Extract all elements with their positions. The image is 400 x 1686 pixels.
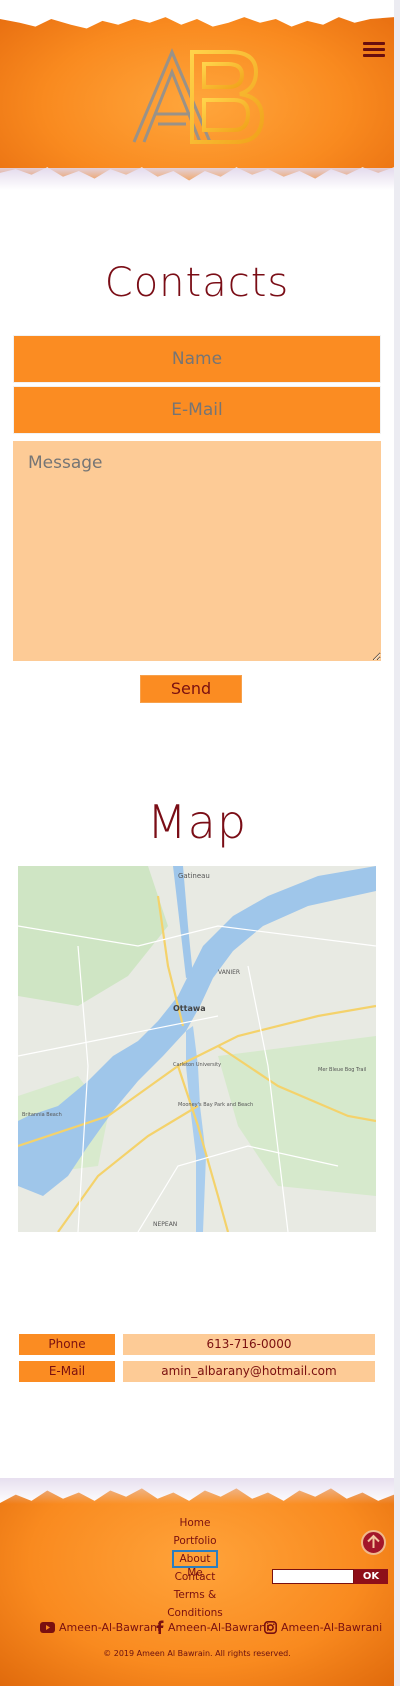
map-label-gatineau: Gatineau bbox=[178, 872, 210, 880]
email-label: E-Mail bbox=[19, 1361, 115, 1382]
map-label-carleton: Carleton University bbox=[173, 1062, 221, 1068]
contacts-title: Contacts bbox=[104, 260, 290, 306]
phone-label: Phone bbox=[19, 1334, 115, 1355]
map-embed[interactable]: Gatineau VANIER Ottawa Carleton Universi… bbox=[18, 866, 376, 1232]
facebook-link[interactable]: Ameen-Al-Bawrani bbox=[155, 1619, 269, 1635]
footer-link-portfolio[interactable]: Portfolio bbox=[150, 1532, 240, 1550]
ok-button[interactable]: OK bbox=[354, 1569, 388, 1584]
hamburger-menu-button[interactable] bbox=[363, 42, 385, 60]
arrow-up-icon bbox=[367, 1534, 380, 1548]
footer-link-home[interactable]: Home bbox=[150, 1514, 240, 1532]
footer-link-terms[interactable]: Terms & Conditions bbox=[150, 1586, 240, 1619]
phone-value[interactable]: 613-716-0000 bbox=[123, 1334, 375, 1355]
map-label-ottawa: Ottawa bbox=[173, 1004, 206, 1013]
map-label-britannia: Britannia Beach bbox=[22, 1112, 62, 1118]
facebook-icon bbox=[156, 1620, 164, 1634]
instagram-link[interactable]: Ameen-Al-Bawrani bbox=[264, 1619, 382, 1635]
message-field[interactable] bbox=[13, 441, 381, 661]
copyright-text: © 2019 Ameen Al Bawrain. All rights rese… bbox=[103, 1649, 291, 1658]
footer-link-about-me[interactable]: About Me bbox=[172, 1550, 218, 1579]
newsletter-input[interactable] bbox=[272, 1569, 354, 1584]
footer-nav: Home Portfolio About Me Contact Terms & … bbox=[150, 1514, 240, 1619]
map-label-mer-bleue: Mer Bleue Bog Trail bbox=[318, 1067, 366, 1073]
hamburger-icon bbox=[363, 42, 385, 45]
email-field[interactable] bbox=[13, 386, 381, 434]
header-torn-edge bbox=[0, 168, 394, 190]
youtube-link[interactable]: Ameen-Al-Bawrani bbox=[40, 1619, 160, 1635]
scroll-to-top-button[interactable] bbox=[361, 1530, 386, 1555]
email-value[interactable]: amin_albarany@hotmail.com bbox=[123, 1361, 375, 1382]
name-field[interactable] bbox=[13, 335, 381, 383]
instagram-icon bbox=[264, 1620, 277, 1634]
youtube-label: Ameen-Al-Bawrani bbox=[59, 1620, 161, 1634]
map-label-nepean: NEPEAN bbox=[153, 1221, 177, 1228]
youtube-icon bbox=[40, 1621, 55, 1633]
footer-link-contact[interactable]: Contact bbox=[150, 1568, 240, 1586]
map-label-vanier: VANIER bbox=[218, 969, 240, 976]
map-label-mooneys-bay: Mooney's Bay Park and Beach bbox=[178, 1102, 253, 1108]
map-title: Map bbox=[146, 795, 248, 849]
send-button[interactable]: Send bbox=[140, 675, 242, 703]
page-edge-line bbox=[394, 0, 400, 1686]
instagram-label: Ameen-Al-Bawrani bbox=[281, 1620, 383, 1634]
footer-torn-edge bbox=[0, 1478, 394, 1504]
facebook-label: Ameen-Al-Bawrani bbox=[168, 1620, 270, 1634]
site-logo[interactable] bbox=[130, 42, 270, 157]
